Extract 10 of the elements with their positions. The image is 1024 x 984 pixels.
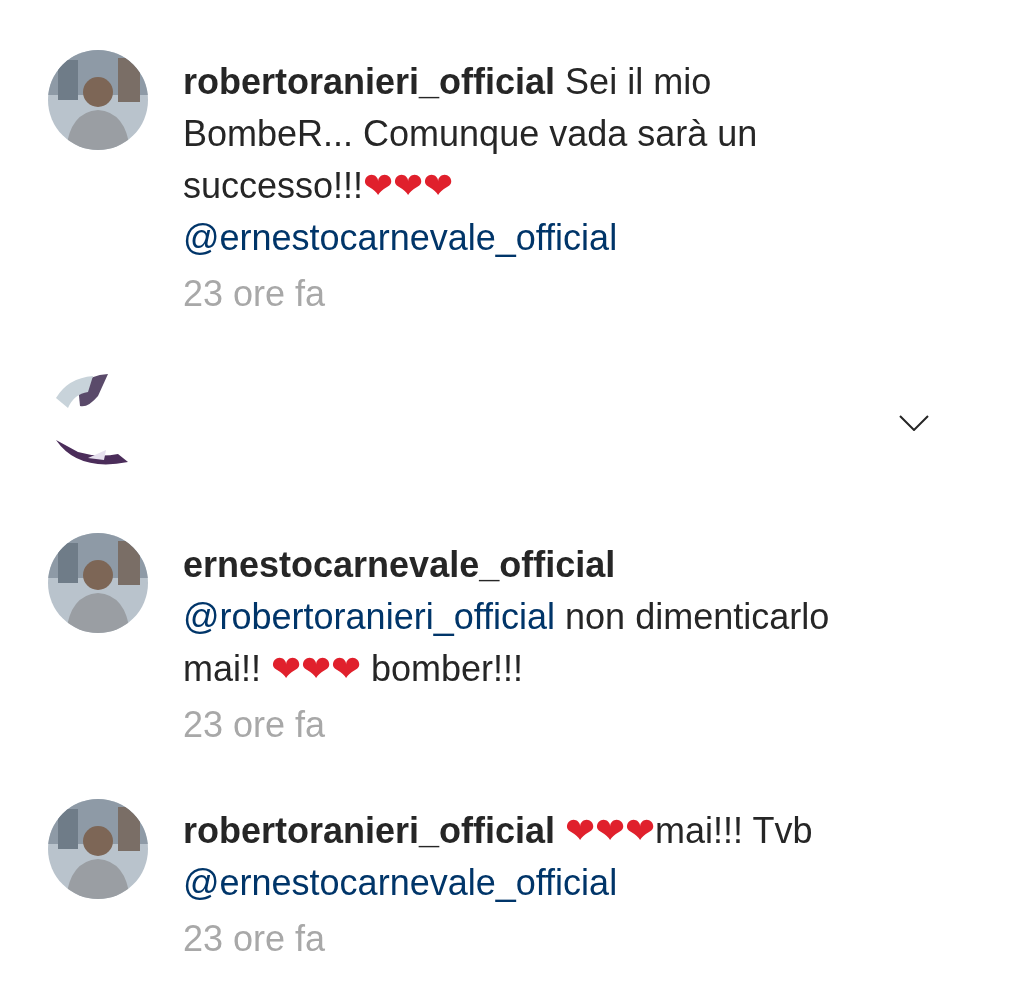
timestamp: 23 ore fa <box>183 917 327 961</box>
comment-text: robertoranieri_official ❤❤❤mai!!! Tvb @ernestocarnevale_official <box>183 809 814 905</box>
comment-text: ernestocarnevale_official @robertoranieri_official non dimenticarlo mai!! ❤❤❤ bomber!!! <box>183 543 831 691</box>
chevron-down-icon[interactable] <box>899 415 929 431</box>
mention-link[interactable]: @ernestocarnevale_official <box>183 217 618 258</box>
timestamp: 23 ore fa <box>183 703 327 747</box>
mention-link[interactable]: @ernestocarnevale_official <box>183 862 618 903</box>
timestamp: 23 ore fa <box>183 272 327 316</box>
comment-text: robertoranieri_official Sei il mio BombeR... Comunque vada sarà un successo!!!❤❤❤ @ernestocarnevale_official <box>183 60 759 260</box>
mention-link[interactable]: @robertoranieri_official <box>183 596 556 637</box>
